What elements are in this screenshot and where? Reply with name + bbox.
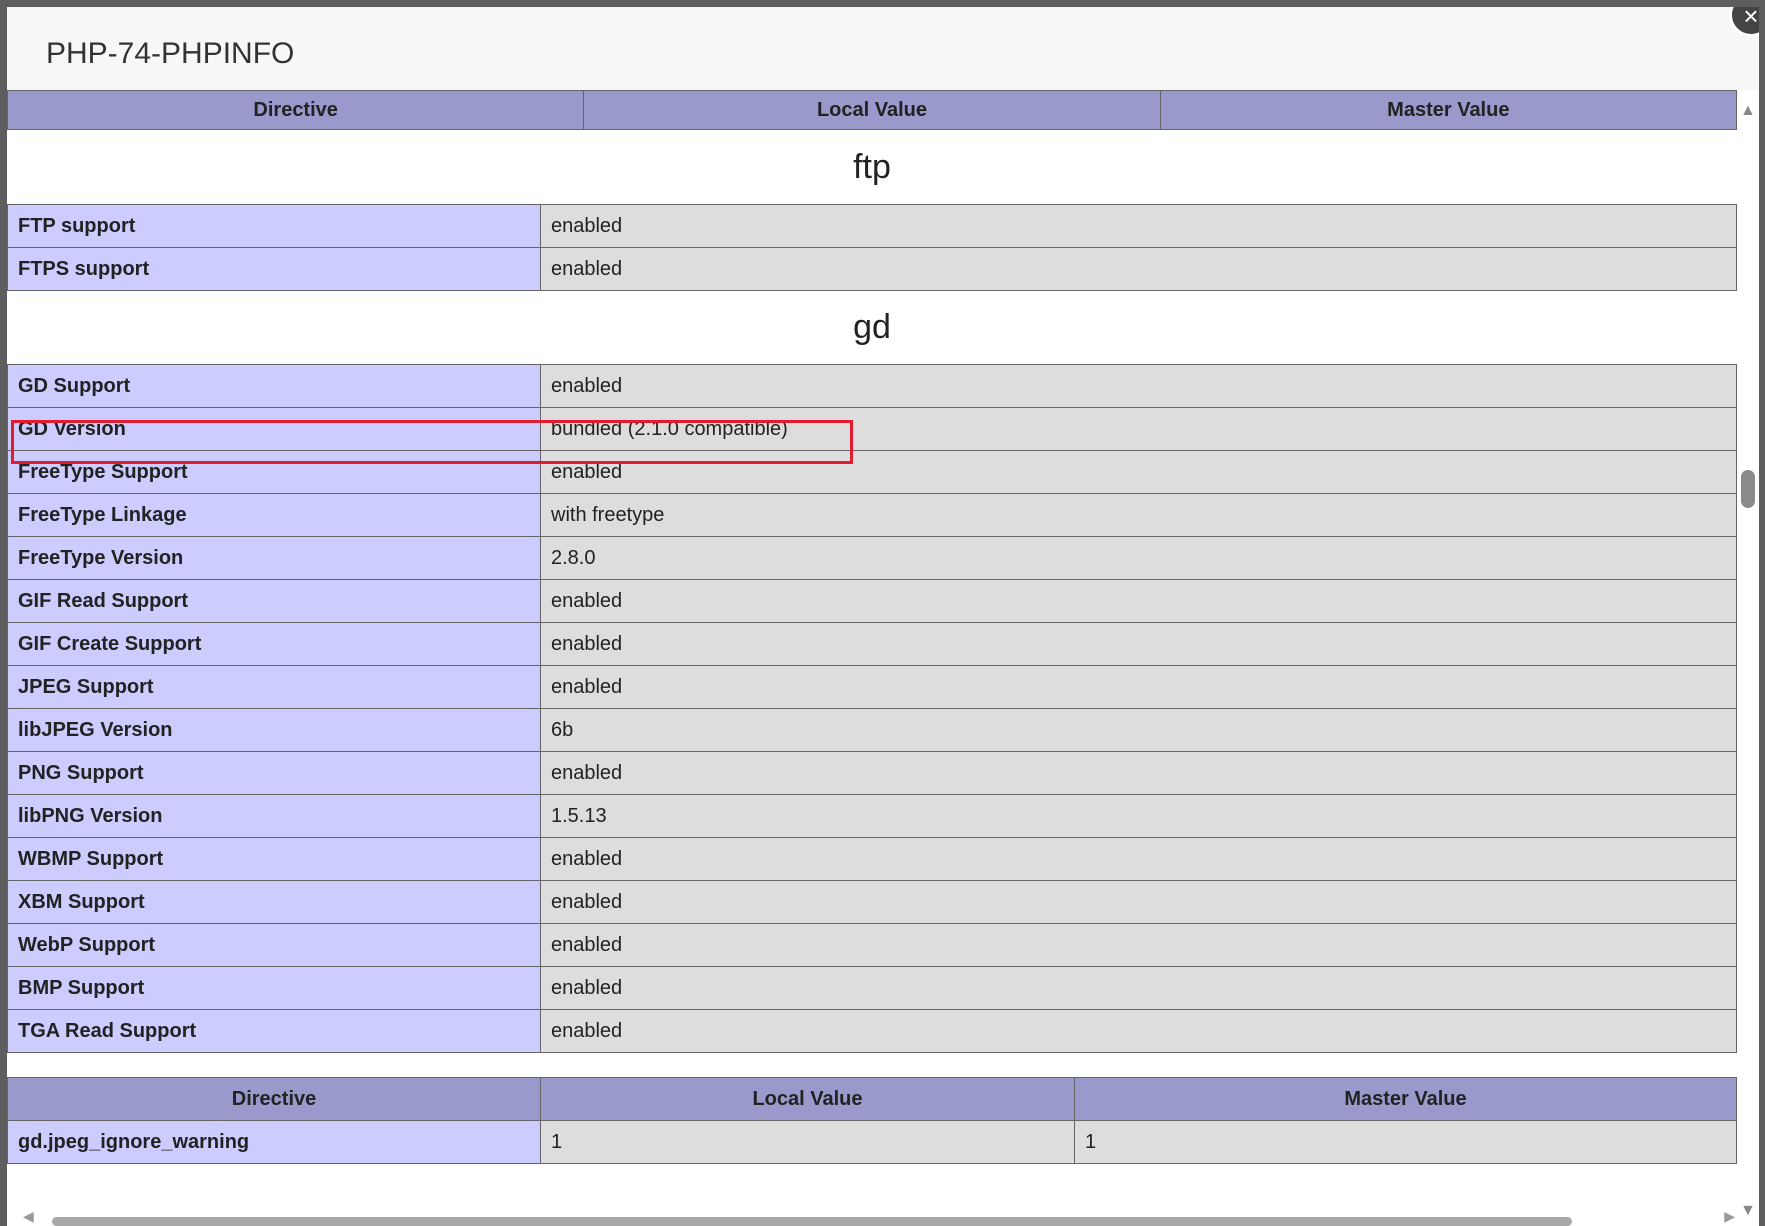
header-row: Directive Local Value Master Value [7,1077,1737,1121]
row-value: enabled [540,364,1737,408]
table-row: GIF Create Support enabled [7,622,1737,666]
row-label: WebP Support [7,923,541,967]
directive-master-value: 1 [1074,1120,1737,1164]
row-label: GIF Create Support [7,622,541,666]
row-label: libPNG Version [7,794,541,838]
table-row: JPEG Support enabled [7,665,1737,709]
row-value: enabled [540,751,1737,795]
top-header-table: Directive Local Value Master Value [7,90,1737,130]
row-label: GIF Read Support [7,579,541,623]
row-label: PNG Support [7,751,541,795]
row-label: JPEG Support [7,665,541,709]
vertical-scroll-thumb[interactable] [1741,470,1755,508]
row-value: enabled [540,622,1737,666]
row-label: FreeType Support [7,450,541,494]
row-value: enabled [540,204,1737,248]
row-value: with freetype [540,493,1737,537]
row-value: enabled [540,247,1737,291]
row-value: enabled [540,966,1737,1010]
header-master-value: Master Value [1159,90,1737,130]
header-local-value: Local Value [540,1077,1075,1121]
table-row: FTP support enabled [7,204,1737,248]
row-label: BMP Support [7,966,541,1010]
dialog-title: PHP-74-PHPINFO [46,37,295,70]
header-local-value: Local Value [583,90,1161,130]
ftp-table: FTP support enabled FTPS support enabled [7,204,1737,291]
table-row: FreeType Version 2.8.0 [7,536,1737,580]
row-value: enabled [540,450,1737,494]
table-row: XBM Support enabled [7,880,1737,924]
table-row: FreeType Linkage with freetype [7,493,1737,537]
table-row: GD Support enabled [7,364,1737,408]
directive-name: gd.jpeg_ignore_warning [7,1120,541,1164]
row-label: FreeType Version [7,536,541,580]
row-label: FreeType Linkage [7,493,541,537]
scroll-up-icon[interactable]: ▲ [1740,102,1756,120]
row-value: enabled [540,665,1737,709]
row-value: enabled [540,923,1737,967]
phpinfo-dialog: PHP-74-PHPINFO Directive Local Value Mas… [7,7,1759,1226]
table-row: libPNG Version 1.5.13 [7,794,1737,838]
gd-table: GD Support enabled GD Version bundled (2.1.… [7,364,1737,1053]
row-label: TGA Read Support [7,1009,541,1053]
row-value: enabled [540,579,1737,623]
phpinfo-content[interactable]: Directive Local Value Master Value ftp F… [7,90,1737,1226]
horizontal-scrollbar[interactable]: ◀ ▶ [7,1208,1737,1226]
table-spacer [7,1053,1737,1077]
dialog-header: PHP-74-PHPINFO [7,7,1759,90]
scroll-down-icon[interactable]: ▼ [1740,1202,1756,1220]
row-value: enabled [540,1009,1737,1053]
row-label: GD Version [7,407,541,451]
row-label: GD Support [7,364,541,408]
table-row: FTPS support enabled [7,247,1737,291]
row-value: bundled (2.1.0 compatible) [540,407,1737,451]
scroll-right-icon[interactable]: ▶ [1724,1208,1735,1225]
row-label: FTPS support [7,247,541,291]
scroll-left-icon[interactable]: ◀ [23,1208,34,1225]
header-directive: Directive [7,90,585,130]
row-value: enabled [540,880,1737,924]
section-title-gd: gd [853,308,891,346]
header-directive: Directive [7,1077,541,1121]
table-row: FreeType Support enabled [7,450,1737,494]
section-title-ftp: ftp [853,148,891,186]
table-row: GD Version bundled (2.1.0 compatible) [7,407,1737,451]
row-value: 1.5.13 [540,794,1737,838]
table-row: WBMP Support enabled [7,837,1737,881]
table-row: WebP Support enabled [7,923,1737,967]
row-label: XBM Support [7,880,541,924]
table-row: GIF Read Support enabled [7,579,1737,623]
row-label: WBMP Support [7,837,541,881]
table-row: BMP Support enabled [7,966,1737,1010]
gd-directives-table: Directive Local Value Master Value gd.jp… [7,1077,1737,1164]
header-row: Directive Local Value Master Value [7,90,1737,130]
horizontal-scroll-thumb[interactable] [52,1217,1572,1226]
table-row: libJPEG Version 6b [7,708,1737,752]
header-master-value: Master Value [1074,1077,1737,1121]
row-value: 6b [540,708,1737,752]
row-value: enabled [540,837,1737,881]
row-label: FTP support [7,204,541,248]
row-value: 2.8.0 [540,536,1737,580]
vertical-scrollbar[interactable]: ▲ ▼ [1737,90,1759,1226]
row-label: libJPEG Version [7,708,541,752]
table-row: PNG Support enabled [7,751,1737,795]
directive-local-value: 1 [540,1120,1075,1164]
table-row: TGA Read Support enabled [7,1009,1737,1053]
table-row: gd.jpeg_ignore_warning 1 1 [7,1120,1737,1164]
